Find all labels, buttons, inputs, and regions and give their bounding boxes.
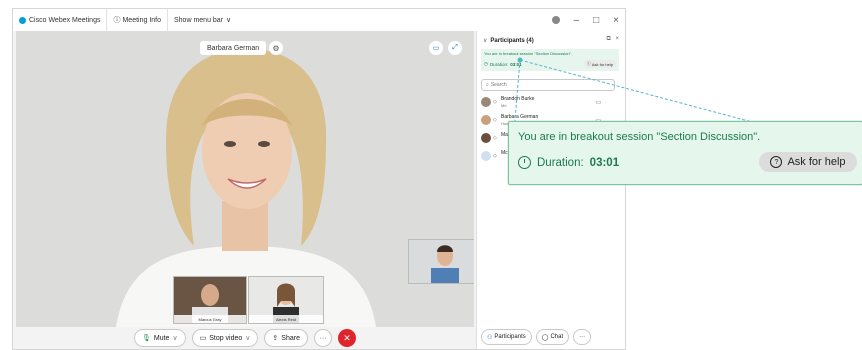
stop-video-label: Stop video	[209, 334, 243, 342]
participant-name: Brandon Burke	[501, 96, 535, 102]
search-icon: ⌕	[486, 82, 489, 88]
callout-duration-value: 03:01	[589, 156, 620, 169]
clock-icon: ◷	[484, 61, 488, 66]
help-icon: ⓘ	[586, 61, 591, 66]
thumbnail-name-label: Alexis Reid	[275, 316, 296, 322]
minimize-button[interactable]: –	[574, 15, 580, 26]
breakout-duration: ◷ Duration: 03:01	[484, 61, 522, 67]
participants-header: ∨ Participants (4) ⧉ ×	[483, 36, 619, 44]
panel-bottom-bar: ⚇ Participants ◯ Chat ···	[481, 329, 621, 345]
show-menu-bar-button[interactable]: Show menu bar ∨	[168, 9, 237, 31]
chat-button-label: Chat	[550, 334, 564, 340]
video-thumbnail-alexis[interactable]: Alexis Reid	[248, 276, 324, 324]
camera-icon: ▭	[595, 100, 601, 106]
settings-icon[interactable]	[551, 16, 560, 24]
close-icon[interactable]: ×	[615, 36, 619, 42]
duration-value: 03:01	[510, 61, 522, 67]
participant-name: Mc	[501, 150, 508, 156]
share-label: Share	[281, 334, 300, 342]
chat-button[interactable]: ◯ Chat	[535, 329, 570, 345]
chevron-down-icon[interactable]: ∨	[245, 334, 250, 342]
callout-ask-for-help-label: Ask for help	[787, 156, 846, 168]
breakout-banner: You are in breakout session "Section Dis…	[481, 49, 619, 71]
show-menu-label: Show menu bar	[174, 16, 224, 24]
meeting-info-label: Meeting Info	[122, 16, 161, 24]
thumbnail-name-label: Marcus Gray	[198, 316, 222, 322]
close-icon: ✕	[343, 332, 351, 343]
meeting-info-button[interactable]: ⓘ Meeting Info	[107, 9, 168, 31]
clock-icon	[518, 156, 531, 169]
end-meeting-button[interactable]: ✕	[337, 329, 356, 347]
window-controls: – □ ×	[551, 9, 619, 31]
breakout-callout: You are in breakout session "Section Dis…	[508, 121, 862, 185]
participant-role: Me	[501, 103, 507, 108]
active-speaker-name-pill: Barbara German	[200, 41, 267, 55]
layout-icon[interactable]: ▭	[429, 41, 443, 55]
stop-video-button[interactable]: ▭ Stop video ∨	[191, 329, 259, 347]
app-title: Cisco Webex Meetings	[13, 9, 108, 31]
share-icon: ⇪	[272, 335, 279, 342]
avatar	[481, 151, 491, 161]
diamond-icon: ◇	[493, 117, 497, 123]
chevron-down-icon[interactable]: ∨	[172, 334, 177, 342]
webex-logo-icon	[19, 16, 26, 24]
diamond-icon: ◇	[493, 153, 497, 159]
panel-more-button[interactable]: ···	[573, 329, 592, 345]
avatar	[481, 115, 491, 125]
avatar	[481, 133, 491, 143]
fullscreen-icon[interactable]: ⤢	[448, 41, 462, 55]
callout-duration-label: Duration:	[537, 156, 584, 169]
microphone-icon: 🎙	[142, 335, 151, 342]
diamond-icon: ◇	[493, 135, 497, 141]
mute-button[interactable]: 🎙 Mute ∨	[134, 329, 186, 347]
chevron-down-icon: ∨	[226, 17, 232, 24]
self-view-thumbnail[interactable]	[408, 239, 474, 284]
close-button[interactable]: ×	[613, 15, 619, 26]
active-speaker-name: Barbara German	[207, 44, 260, 52]
maximize-button[interactable]: □	[593, 15, 599, 26]
callout-breakout-text: You are in breakout session "Section Dis…	[518, 131, 761, 143]
avatar	[481, 97, 491, 107]
chevron-down-icon[interactable]: ∨	[483, 37, 487, 44]
title-bar: Cisco Webex Meetings ⓘ Meeting Info Show…	[13, 9, 625, 31]
callout-duration: Duration: 03:01	[518, 156, 619, 169]
video-thumbnail-marcus[interactable]: Marcus Gray	[173, 276, 247, 324]
participants-panel: ∨ Participants (4) ⧉ × You are in breako…	[476, 31, 625, 349]
thumbnail-name-marcus: Marcus Gray	[174, 315, 246, 323]
help-icon: ?	[770, 156, 783, 168]
participants-button[interactable]: ⚇ Participants	[481, 329, 532, 345]
speaker-options-icon[interactable]: ⚙	[269, 41, 283, 55]
participants-button-label: Participants	[494, 334, 526, 340]
participant-name: Ma	[501, 132, 508, 138]
ask-for-help-button[interactable]: ? Ask for help	[759, 152, 857, 172]
popout-icon[interactable]: ⧉	[607, 36, 611, 42]
participants-title: Participants (4)	[490, 37, 534, 44]
app-title-label: Cisco Webex Meetings	[29, 16, 101, 24]
panel-controls: ⧉ ×	[607, 36, 619, 43]
participant-name: Barbara German	[501, 114, 539, 120]
share-button[interactable]: ⇪ Share	[264, 329, 308, 347]
person-icon: ⚇	[487, 334, 493, 341]
video-stage: Barbara German ⚙ ▭ ⤢ Marcus Gray Alexis	[16, 31, 474, 327]
camera-icon: ▭	[199, 335, 207, 342]
ask-for-help-label: Ask for help	[591, 61, 613, 67]
self-view-image	[409, 240, 474, 283]
info-icon: ⓘ	[113, 17, 121, 24]
more-icon: ···	[579, 334, 586, 340]
breakout-text: You are in breakout session "Section Dis…	[484, 51, 573, 56]
more-icon: ···	[319, 334, 327, 342]
ask-for-help-button-small[interactable]: ⓘ Ask for help	[583, 60, 616, 68]
more-options-button[interactable]: ···	[313, 329, 332, 347]
mute-label: Mute	[153, 334, 170, 342]
thumbnail-name-alexis: Alexis Reid	[249, 315, 323, 323]
participant-row[interactable]: ◇ Brandon Burke Me ▭	[481, 95, 619, 111]
meeting-controls: 🎙 Mute ∨ ▭ Stop video ∨ ⇪ Share ··· ✕	[16, 327, 474, 349]
search-placeholder: Search	[490, 82, 507, 88]
participant-search-input[interactable]: ⌕ Search	[481, 79, 615, 91]
diamond-icon: ◇	[493, 99, 497, 105]
duration-label: Duration:	[489, 61, 509, 67]
chat-icon: ◯	[541, 334, 549, 341]
